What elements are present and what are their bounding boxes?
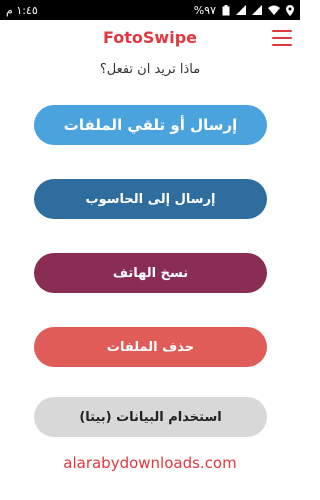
status-bar: ١:٤٥ م %٩٧ (0, 0, 300, 20)
app-title: FotoSwipe (102, 28, 197, 47)
location-icon (286, 4, 294, 16)
signal-icon (236, 5, 246, 15)
app-header: FotoSwipe (0, 20, 300, 62)
battery-percent: %٩٧ (193, 3, 216, 17)
status-right: %٩٧ (194, 4, 294, 17)
delete-files-button[interactable]: حذف الملفات (34, 327, 267, 367)
prompt-text: ماذا تريد ان تفعل؟ (99, 62, 201, 77)
signal-icon-2 (252, 5, 262, 15)
status-left: ١:٤٥ م (6, 4, 38, 17)
status-time: ١:٤٥ م (6, 3, 38, 17)
menu-line-middle (272, 37, 292, 39)
battery-icon (222, 4, 230, 16)
send-to-computer-button[interactable]: إرسال إلى الحاسوب (34, 179, 267, 219)
send-receive-files-button[interactable]: إرسال أو تلقي الملفات (34, 105, 267, 145)
clone-phone-button[interactable]: نسخ الهاتف (34, 253, 267, 293)
use-data-beta-button[interactable]: استخدام البيانات (بيتا) (34, 397, 267, 437)
menu-line-top (272, 30, 292, 32)
menu-line-bottom (272, 44, 292, 46)
wifi-icon (268, 5, 280, 15)
hamburger-menu-icon[interactable] (272, 30, 292, 46)
watermark-text: alarabydownloads.com (63, 454, 237, 472)
